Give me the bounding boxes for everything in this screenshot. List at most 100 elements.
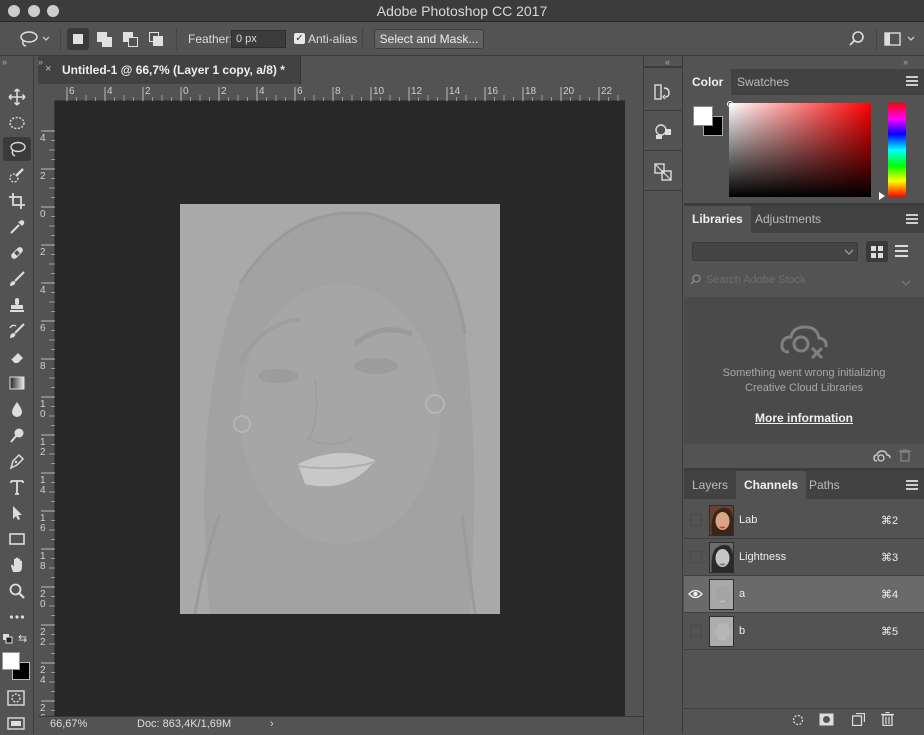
eyedropper-tool[interactable] — [3, 215, 31, 239]
color-panel-foreground-swatch[interactable] — [693, 106, 713, 126]
ruler-label: 16 — [487, 86, 499, 97]
intersect-selection-button[interactable] — [145, 28, 167, 50]
trash-icon[interactable] — [881, 711, 894, 729]
actions-panel-icon[interactable] — [648, 116, 678, 146]
ruler-label: 14 — [449, 86, 461, 97]
zoom-tool[interactable] — [3, 579, 31, 603]
cc-sync-icon[interactable] — [873, 450, 891, 466]
color-spectrum-field[interactable] — [729, 103, 871, 197]
save-selection-as-channel-icon[interactable] — [819, 713, 834, 729]
lasso-tool[interactable] — [3, 137, 31, 161]
tab-channels[interactable]: Channels — [736, 471, 807, 499]
crop-tool[interactable] — [3, 189, 31, 213]
history-brush-tool[interactable] — [3, 319, 31, 343]
channel-shortcut: ⌘5 — [881, 626, 899, 638]
move-tool[interactable] — [3, 85, 31, 109]
dock-collapse-icon[interactable]: » — [903, 57, 908, 67]
default-colors-icon[interactable] — [2, 633, 14, 648]
ruler-label: 2 — [40, 447, 46, 458]
history-panel-icon[interactable] — [648, 77, 678, 107]
rectangle-tool[interactable] — [3, 527, 31, 551]
hand-tool[interactable] — [3, 553, 31, 577]
vertical-ruler[interactable]: 4202468101214161820222426 — [38, 101, 55, 724]
lasso-icon — [20, 31, 50, 47]
quick-mask-icon[interactable] — [7, 690, 25, 709]
select-and-mask-button[interactable]: Select and Mask... — [374, 29, 484, 49]
new-channel-icon[interactable] — [851, 712, 866, 729]
type-tool[interactable] — [3, 475, 31, 499]
blur-tool[interactable] — [3, 397, 31, 421]
document-image[interactable] — [180, 204, 500, 614]
tab-layers[interactable]: Layers — [684, 471, 736, 499]
vertical-scrollbar[interactable] — [625, 84, 643, 716]
feather-input[interactable] — [231, 30, 286, 48]
foreground-color-swatch[interactable] — [2, 652, 20, 670]
workspace-switcher[interactable] — [884, 31, 918, 50]
zoom-level[interactable]: 66,67% — [50, 718, 87, 730]
color-picker-marker[interactable] — [727, 101, 733, 107]
channel-visibility-toggle[interactable] — [690, 551, 702, 563]
trash-icon[interactable] — [899, 448, 911, 465]
more-tools[interactable] — [3, 605, 31, 629]
close-tab-icon[interactable]: × — [45, 63, 51, 75]
rectangle-icon — [9, 533, 25, 545]
antialias-checkbox[interactable]: ✓ — [294, 33, 305, 44]
brush-tool[interactable] — [3, 267, 31, 291]
grid-view-icon — [871, 245, 883, 258]
crop-icon — [9, 193, 25, 209]
eraser-tool[interactable] — [3, 345, 31, 369]
channel-name: Lightness — [739, 551, 787, 563]
channel-visibility-toggle[interactable] — [690, 514, 702, 526]
new-selection-button[interactable] — [67, 28, 89, 50]
panel-menu-icon[interactable] — [906, 76, 918, 88]
panel-menu-icon[interactable] — [906, 214, 918, 226]
subtract-from-selection-button[interactable] — [119, 28, 141, 50]
dodge-tool[interactable] — [3, 423, 31, 447]
channel-visibility-toggle[interactable] — [690, 625, 702, 637]
tab-libraries[interactable]: Libraries — [684, 206, 751, 233]
grid-view-button[interactable] — [866, 241, 888, 262]
gradient-tool[interactable] — [3, 371, 31, 395]
horizontal-ruler[interactable]: 6 4 2 0 2 4 6 8 10 12 14 16 18 20 22 — [55, 84, 625, 101]
tab-paths[interactable]: Paths — [801, 471, 848, 499]
ruler-label: 6 — [297, 86, 303, 97]
list-view-button[interactable] — [895, 245, 908, 260]
ruler-label: 18 — [525, 86, 537, 97]
tab-adjustments[interactable]: Adjustments — [747, 206, 829, 233]
ruler-label: 4 — [259, 86, 265, 97]
stock-search-input[interactable]: Search Adobe Stock — [706, 274, 806, 286]
quick-selection-tool[interactable] — [3, 163, 31, 187]
channels-panel-tabs: Layers Channels Paths — [684, 471, 924, 499]
hue-slider-handle[interactable] — [879, 192, 885, 200]
lasso-preset-picker[interactable] — [18, 29, 50, 52]
arrow-cursor-icon — [13, 506, 22, 520]
more-information-link[interactable]: More information — [684, 411, 924, 425]
tab-color[interactable]: Color — [684, 69, 732, 95]
hue-slider[interactable] — [888, 103, 906, 197]
add-to-selection-button[interactable] — [93, 28, 115, 50]
status-menu-arrow-icon[interactable]: › — [270, 718, 274, 730]
load-channel-as-selection-icon[interactable] — [792, 714, 804, 729]
ruler-label: 4 — [40, 133, 46, 144]
chevron-down-icon[interactable] — [901, 276, 911, 290]
ruler-corner[interactable] — [38, 84, 55, 101]
panel-collapse-icon[interactable]: » — [38, 57, 43, 67]
marquee-tool[interactable] — [3, 111, 31, 135]
pen-tool[interactable] — [3, 449, 31, 473]
channel-thumbnail — [709, 616, 734, 647]
search-icon[interactable] — [848, 30, 866, 51]
screen-mode-icon[interactable] — [7, 716, 25, 735]
path-selection-tool[interactable] — [3, 501, 31, 525]
swap-colors-icon[interactable]: ⇆ — [18, 632, 27, 645]
properties-panel-icon[interactable] — [648, 157, 678, 187]
healing-brush-tool[interactable] — [3, 241, 31, 265]
ruler-label: 4 — [40, 285, 46, 296]
eye-icon[interactable] — [688, 588, 703, 603]
panel-menu-icon[interactable] — [906, 480, 918, 492]
library-select-dropdown[interactable] — [692, 242, 858, 261]
ruler-label: 6 — [40, 523, 46, 534]
toolbox-collapse-icon[interactable]: » — [2, 57, 7, 67]
clone-stamp-tool[interactable] — [3, 293, 31, 317]
portrait-image — [180, 204, 500, 614]
tab-swatches[interactable]: Swatches — [729, 69, 797, 95]
